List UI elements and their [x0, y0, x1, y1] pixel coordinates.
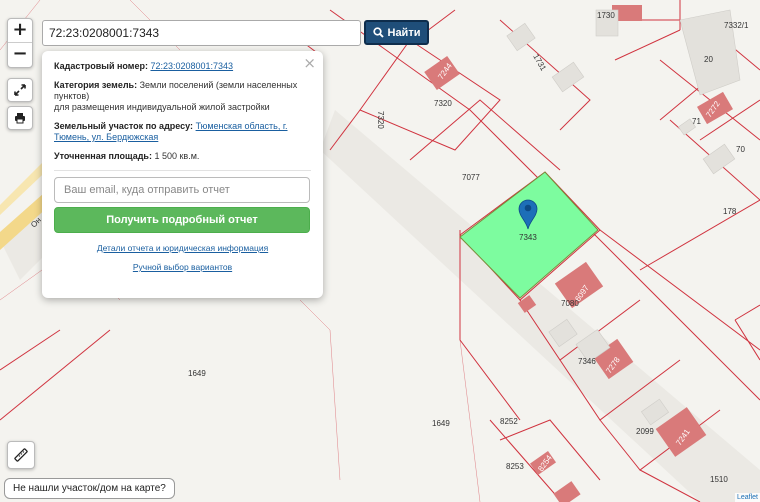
- map-attribution: Leaflet: [734, 493, 760, 502]
- cadastral-number-link[interactable]: 72:23:0208001:7343: [150, 61, 233, 71]
- email-field[interactable]: [54, 177, 310, 203]
- leaflet-link[interactable]: Leaflet: [737, 494, 758, 501]
- parcel-label: 1730: [597, 11, 615, 20]
- expand-icon: [14, 84, 26, 96]
- parcel-label: 1649: [432, 419, 450, 428]
- search-button-label: Найти: [387, 26, 421, 39]
- parcel-address: Земельный участок по адресу: Тюменская о…: [54, 121, 288, 142]
- parcel-label: 1649: [188, 369, 206, 378]
- measure-button[interactable]: [7, 441, 35, 469]
- parcel-label: 20: [704, 55, 713, 64]
- parcel-label: 2099: [636, 427, 654, 436]
- cadastral-number: Кадастровый номер: 72:23:0208001:7343: [54, 61, 234, 71]
- parcel-label: 1510: [710, 475, 728, 484]
- parcel-label: 7320: [376, 111, 385, 129]
- ruler-icon: [14, 448, 28, 462]
- cadastral-search-input[interactable]: [42, 20, 361, 46]
- search-button[interactable]: Найти: [364, 20, 429, 45]
- zoom-control: + −: [7, 18, 33, 68]
- parcel-label: 8253: [506, 462, 524, 471]
- fullscreen-button[interactable]: [7, 78, 33, 102]
- parcel-label: 70: [736, 145, 745, 154]
- close-icon[interactable]: ×: [303, 54, 316, 72]
- print-button[interactable]: [7, 106, 33, 130]
- parcel-label: 7346: [578, 357, 596, 366]
- land-category: Категория земель: Земли поселений (земли…: [54, 80, 298, 112]
- not-found-button[interactable]: Не нашли участок/дом на карте?: [4, 478, 175, 499]
- parcel-label: 7343: [519, 233, 537, 242]
- parcel-label: 8252: [500, 417, 518, 426]
- parcel-info-popup: × Кадастровый номер: 72:23:0208001:7343 …: [42, 51, 323, 298]
- parcel-label: 7332/1: [724, 21, 749, 30]
- parcel-label: 7320: [434, 99, 452, 108]
- manual-selection-link[interactable]: Ручной выбор вариантов: [133, 262, 232, 272]
- divider: [54, 170, 311, 171]
- parcel-label: 178: [723, 207, 737, 216]
- parcel-label: 7077: [462, 173, 480, 182]
- zoom-out-button[interactable]: −: [8, 43, 32, 67]
- get-report-button[interactable]: Получить подробный отчет: [54, 207, 310, 233]
- parcel-area: Уточненная площадь: 1 500 кв.м.: [54, 151, 200, 161]
- parcel-label: 71: [692, 117, 701, 126]
- printer-icon: [15, 113, 25, 124]
- search-icon: [372, 27, 384, 38]
- zoom-in-button[interactable]: +: [8, 19, 32, 43]
- report-details-link[interactable]: Детали отчета и юридическая информация: [97, 243, 268, 253]
